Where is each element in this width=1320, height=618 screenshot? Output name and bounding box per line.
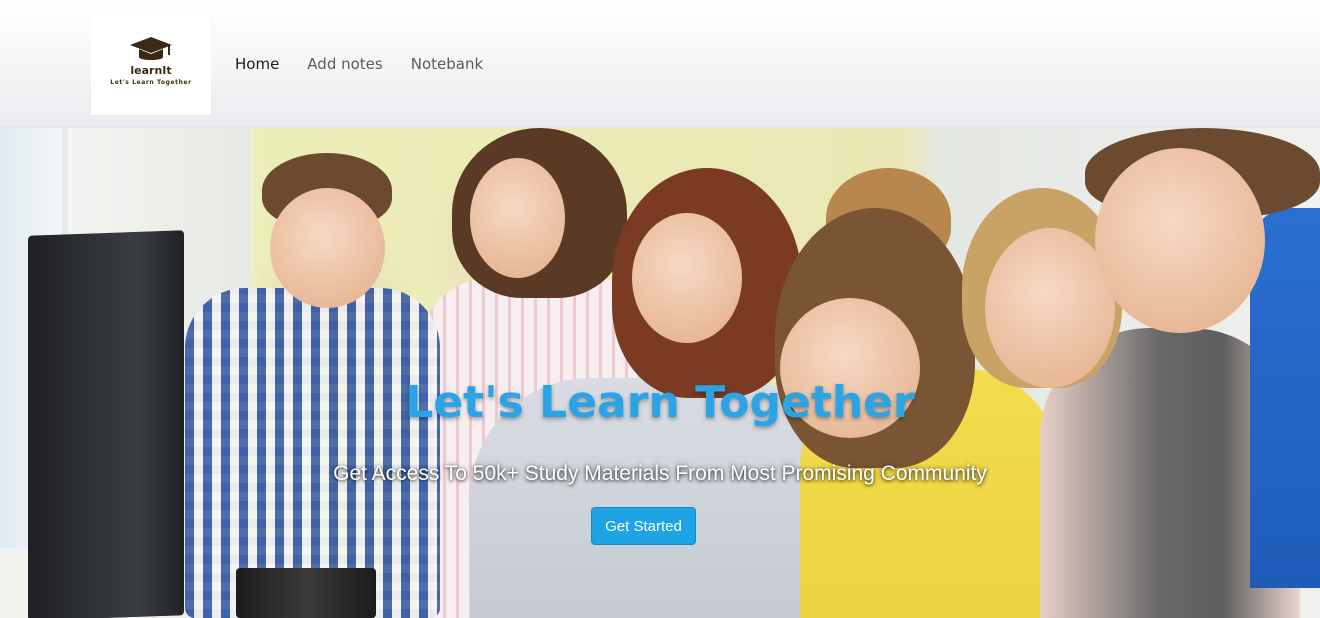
- navbar: learnIt Let's Learn Together Home Add no…: [0, 0, 1320, 128]
- brand-name: learnIt: [130, 64, 172, 77]
- get-started-button[interactable]: Get Started: [591, 507, 696, 545]
- photo-face: [270, 188, 385, 308]
- brand-logo[interactable]: learnIt Let's Learn Together: [91, 15, 211, 115]
- photo-pencil-cup: [236, 568, 376, 618]
- photo-face: [470, 158, 565, 278]
- hero-title: Let's Learn Together: [405, 377, 915, 428]
- hero-subtitle: Get Access To 50k+ Study Materials From …: [333, 462, 987, 485]
- nav-item-notebank[interactable]: Notebank: [411, 55, 483, 73]
- nav-item-home[interactable]: Home: [235, 55, 279, 73]
- photo-face: [632, 213, 742, 343]
- graduation-cap-icon: [130, 37, 172, 60]
- nav-item-add-notes[interactable]: Add notes: [307, 55, 382, 73]
- main-nav: Home Add notes Notebank: [235, 0, 511, 128]
- photo-face: [1095, 148, 1265, 333]
- brand-tagline: Let's Learn Together: [110, 79, 192, 86]
